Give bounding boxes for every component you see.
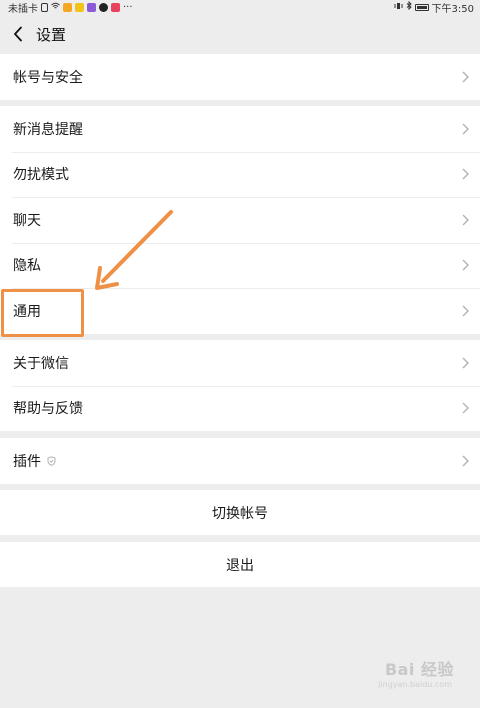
app-notif-icon-purple xyxy=(87,2,96,12)
clock-text: 下午3:50 xyxy=(431,3,474,15)
menu-item-about-wechat[interactable]: 关于微信 xyxy=(0,340,480,386)
more-notifs-icon: ··· xyxy=(123,1,133,13)
menu-item-label: 隐私 xyxy=(13,258,41,275)
status-left: 未插卡 ··· xyxy=(8,0,133,15)
chevron-right-icon xyxy=(462,259,469,271)
back-arrow-icon xyxy=(14,26,22,42)
menu-item-account-security[interactable]: 帐号与安全 xyxy=(0,54,480,100)
logout-button[interactable]: 退出 xyxy=(0,542,480,587)
menu-item-chats[interactable]: 聊天 xyxy=(0,197,480,243)
menu-item-new-message-alerts[interactable]: 新消息提醒 xyxy=(0,106,480,152)
sim-icon xyxy=(41,2,48,12)
menu-item-do-not-disturb[interactable]: 勿扰模式 xyxy=(0,151,480,198)
carrier-text: 未插卡 xyxy=(8,3,38,15)
menu-item-label: 帐号与安全 xyxy=(13,69,83,86)
wifi-icon xyxy=(51,2,60,13)
chevron-right-icon xyxy=(462,402,469,414)
back-button[interactable] xyxy=(0,14,36,54)
menu-item-label: 勿扰模式 xyxy=(13,167,69,184)
chevron-right-icon xyxy=(462,71,469,83)
logout-label: 退出 xyxy=(226,557,254,574)
watermark-url: jingyan.baidu.com xyxy=(378,680,452,689)
app-notif-icon-red xyxy=(111,2,120,12)
plugins-group: 插件 xyxy=(0,438,480,484)
about-group: 关于微信 帮助与反馈 xyxy=(0,340,480,431)
app-notif-icon-yellow xyxy=(75,2,84,12)
chevron-right-icon xyxy=(462,214,469,226)
switch-account-group: 切换帐号 xyxy=(0,490,480,535)
nav-bar: 设置 xyxy=(0,14,480,54)
logout-group: 退出 xyxy=(0,542,480,587)
menu-item-help-feedback[interactable]: 帮助与反馈 xyxy=(0,385,480,432)
switch-account-label: 切换帐号 xyxy=(212,505,268,522)
status-right: 下午3:50 xyxy=(394,0,474,15)
tutorial-highlight-box xyxy=(1,289,84,337)
chevron-right-icon xyxy=(462,455,469,467)
menu-item-plugins[interactable]: 插件 xyxy=(0,438,480,484)
account-group: 帐号与安全 xyxy=(0,54,480,100)
status-bar: 未插卡 ··· 下午3:50 xyxy=(0,0,480,15)
baidu-jingyan-watermark: Bai 经验 xyxy=(384,660,454,679)
chevron-right-icon xyxy=(462,357,469,369)
page-title: 设置 xyxy=(36,25,67,44)
chevron-right-icon xyxy=(462,305,469,317)
battery-icon xyxy=(414,3,429,11)
menu-item-label: 插件 xyxy=(13,453,41,470)
menu-item-label: 新消息提醒 xyxy=(13,121,83,138)
shield-icon xyxy=(47,456,56,466)
chevron-right-icon xyxy=(462,168,469,180)
bluetooth-icon xyxy=(406,0,412,13)
menu-item-label: 聊天 xyxy=(13,212,41,229)
chevron-right-icon xyxy=(462,123,469,135)
switch-account-button[interactable]: 切换帐号 xyxy=(0,490,480,535)
qq-notif-icon xyxy=(99,2,108,12)
menu-item-privacy[interactable]: 隐私 xyxy=(0,242,480,289)
app-notif-icon-orange xyxy=(63,2,72,12)
vibrate-icon xyxy=(394,2,403,13)
menu-item-label: 关于微信 xyxy=(13,355,69,372)
menu-item-label: 帮助与反馈 xyxy=(13,401,83,418)
